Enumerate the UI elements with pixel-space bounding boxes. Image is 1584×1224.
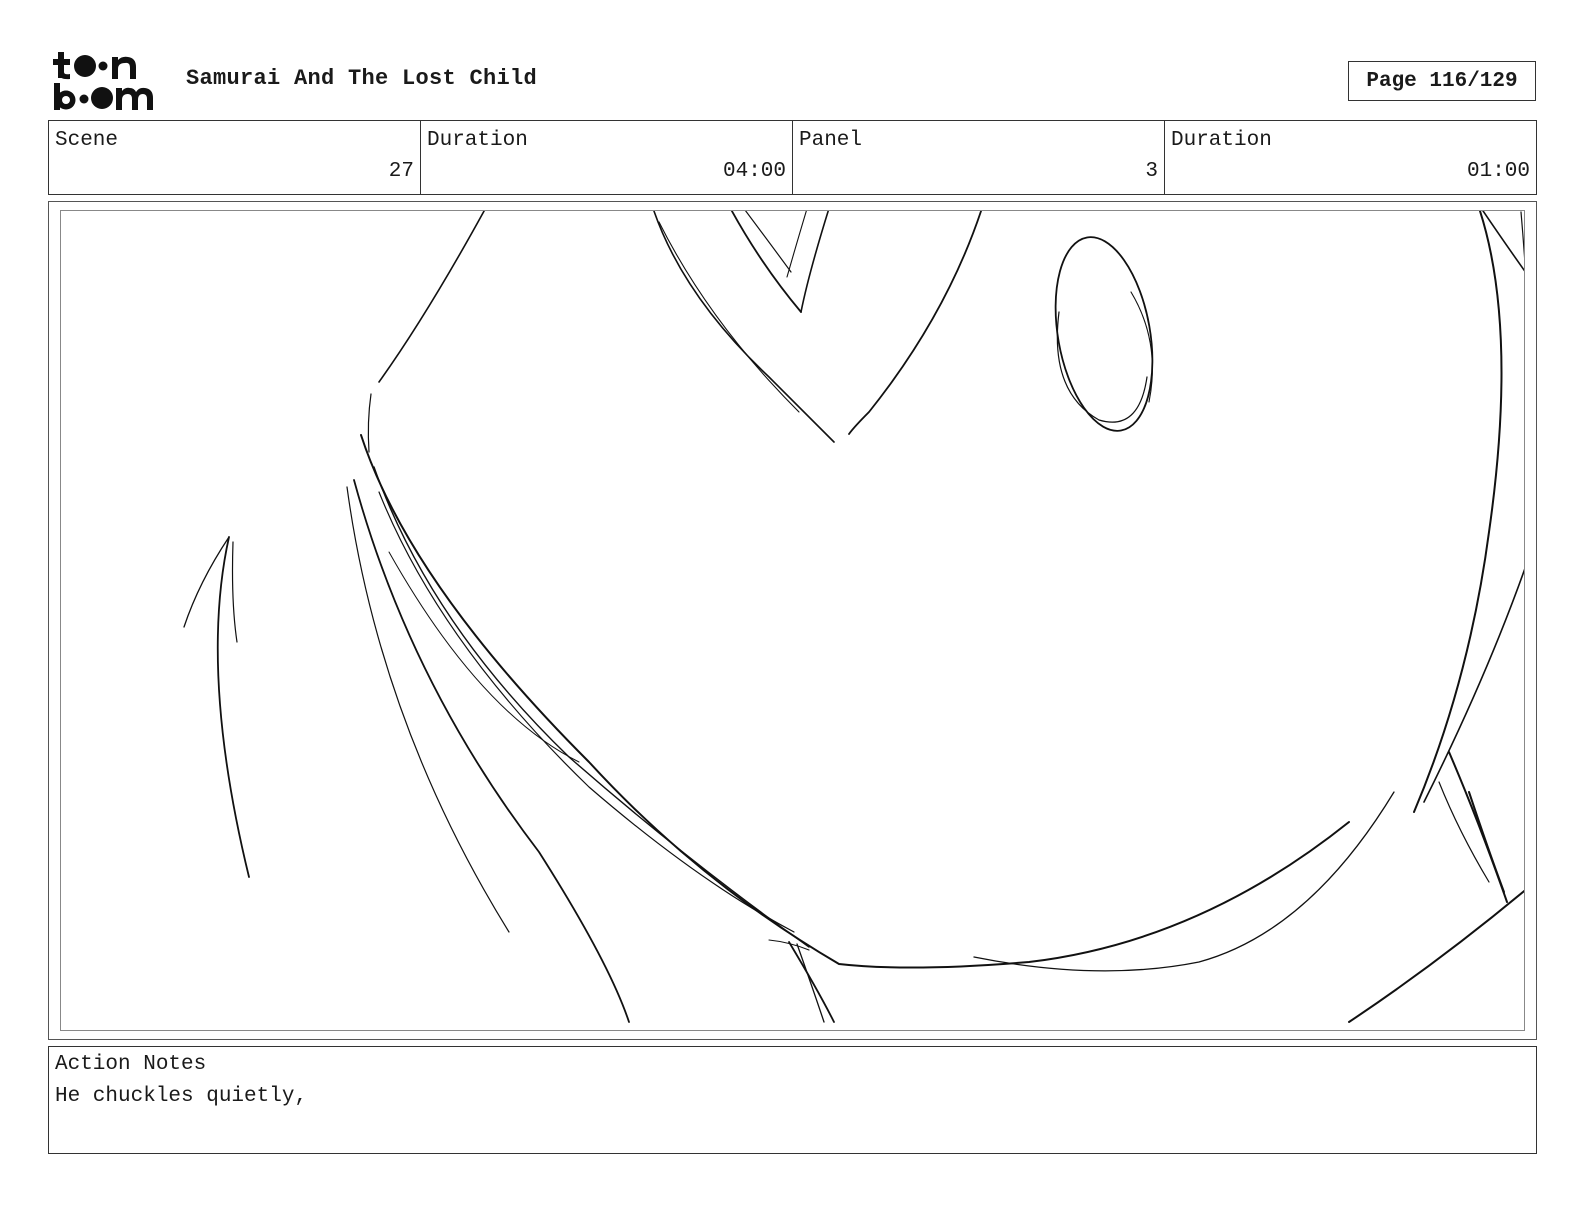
action-notes-box: Action Notes He chuckles quietly,	[48, 1046, 1537, 1154]
sketch-drawing	[183, 211, 1524, 1023]
scene-label: Scene	[55, 129, 119, 152]
scene-duration-label: Duration	[427, 129, 528, 152]
scene-duration-cell: Duration 04:00	[421, 121, 793, 194]
panel-duration-label: Duration	[1171, 129, 1272, 152]
toon-boom-logo-icon	[53, 52, 153, 110]
panel-info-row: Scene 27 Duration 04:00 Panel 3 Duration…	[48, 120, 1537, 195]
panel-cell: Panel 3	[793, 121, 1165, 194]
page-number: Page 116/129	[1366, 69, 1518, 93]
toon-boom-logo	[52, 50, 164, 112]
panel-value: 3	[1145, 160, 1158, 183]
panel-duration-value: 01:00	[1466, 160, 1530, 183]
storyboard-panel-image	[60, 210, 1525, 1031]
page-number-box: Page 116/129	[1348, 61, 1536, 101]
panel-label: Panel	[799, 129, 863, 152]
scene-cell: Scene 27	[49, 121, 421, 194]
panel-duration-cell: Duration 01:00	[1165, 121, 1536, 194]
scene-duration-value: 04:00	[722, 160, 786, 183]
scene-value: 27	[388, 160, 414, 183]
project-title: Samurai And The Lost Child	[186, 66, 538, 91]
action-notes-label: Action Notes	[55, 1053, 207, 1076]
action-notes-text: He chuckles quietly,	[55, 1085, 308, 1108]
